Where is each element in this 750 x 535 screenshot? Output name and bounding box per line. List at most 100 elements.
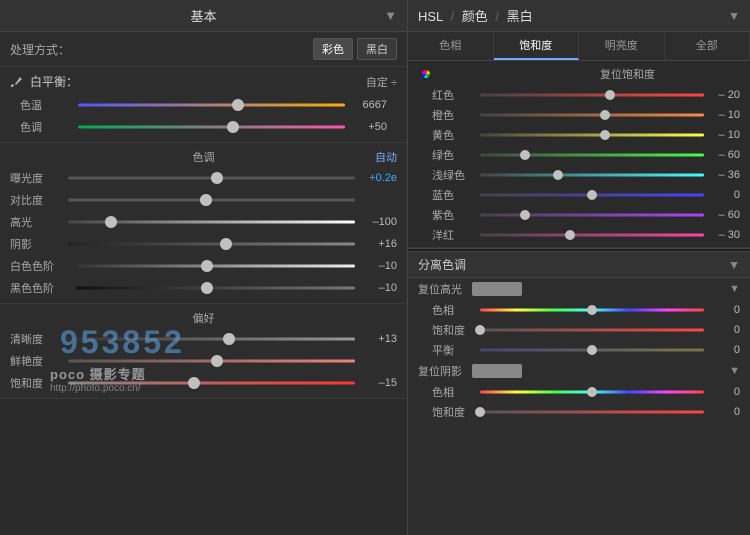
highlight-slider[interactable] (68, 215, 355, 229)
left-header-title: 基本 (190, 6, 216, 25)
white-thumb[interactable] (201, 260, 213, 272)
split-header: 分离色调 ▼ (408, 252, 750, 278)
highlight-thumb[interactable] (105, 216, 117, 228)
purple-slider[interactable] (480, 209, 704, 221)
tint-value: +50 (351, 121, 387, 133)
saturation-track (68, 382, 355, 385)
tab-saturation[interactable]: 饱和度 (494, 32, 580, 60)
green-value: – 60 (708, 149, 740, 161)
tab-hue[interactable]: 色相 (408, 32, 494, 60)
yellow-slider[interactable] (480, 129, 704, 141)
magenta-value: – 30 (708, 229, 740, 241)
blue-thumb[interactable] (587, 190, 597, 200)
balance-thumb[interactable] (587, 345, 597, 355)
h-sat-row: 饱和度 0 (408, 320, 750, 340)
white-label: 白色色阶 (10, 258, 70, 274)
aqua-label: 浅绿色 (432, 167, 476, 183)
h-hue-slider[interactable] (480, 304, 704, 316)
white-slider[interactable] (76, 259, 355, 273)
tint-slider[interactable] (78, 120, 345, 134)
contrast-slider[interactable] (68, 193, 355, 207)
black-thumb[interactable] (201, 282, 213, 294)
s-hue-label: 色相 (432, 384, 476, 400)
color-mode-button[interactable]: 彩色 (313, 38, 353, 60)
pref-header: 偏好 (0, 308, 407, 328)
h-sat-thumb[interactable] (475, 325, 485, 335)
saturation-thumb[interactable] (188, 377, 200, 389)
h-hue-value: 0 (708, 304, 740, 316)
orange-slider[interactable] (480, 109, 704, 121)
saturation-value: –15 (361, 377, 397, 389)
highlight-sub-header: 复位高光 ▼ (408, 278, 750, 300)
wb-label: 白平衡： (30, 73, 78, 90)
shadow-slider[interactable] (68, 237, 355, 251)
temp-label: 色温 (20, 97, 72, 113)
magenta-track (480, 234, 704, 237)
green-slider[interactable] (480, 149, 704, 161)
shadow-color-btn[interactable] (472, 364, 522, 378)
s-sat-thumb[interactable] (475, 407, 485, 417)
vibrance-label: 鲜艳度 (10, 353, 62, 369)
bw-mode-button[interactable]: 黑白 (357, 38, 397, 60)
purple-slider-row: 紫色 – 60 (408, 205, 750, 225)
blue-slider-row: 蓝色 0 (408, 185, 750, 205)
black-slider[interactable] (76, 281, 355, 295)
contrast-thumb[interactable] (200, 194, 212, 206)
eyedropper-icon[interactable] (10, 75, 24, 89)
temp-slider[interactable] (78, 98, 345, 112)
left-header-arrow[interactable]: ▼ (384, 8, 397, 23)
clarity-thumb[interactable] (223, 333, 235, 345)
black-slider-row: 黑色色阶 –10 (0, 277, 407, 299)
aqua-slider[interactable] (480, 169, 704, 181)
temp-thumb[interactable] (232, 99, 244, 111)
black-value: –10 (361, 282, 397, 294)
tab-luminance[interactable]: 明亮度 (579, 32, 665, 60)
exposure-slider[interactable] (68, 171, 355, 185)
black-track (76, 287, 355, 290)
orange-value: – 10 (708, 109, 740, 121)
yellow-thumb[interactable] (600, 130, 610, 140)
h-sat-slider[interactable] (480, 324, 704, 336)
right-header-arrow[interactable]: ▼ (728, 9, 740, 23)
temp-track (78, 104, 345, 107)
magenta-label: 洋红 (432, 227, 476, 243)
blue-slider[interactable] (480, 189, 704, 201)
sat-title: 复位饱和度 (600, 66, 655, 82)
white-slider-row: 白色色阶 –10 (0, 255, 407, 277)
saturation-label: 饱和度 (10, 375, 62, 391)
balance-label: 平衡 (432, 342, 476, 358)
white-track (76, 265, 355, 268)
tone-auto[interactable]: 自动 (375, 149, 397, 165)
h-hue-thumb[interactable] (587, 305, 597, 315)
magenta-slider[interactable] (480, 229, 704, 241)
purple-thumb[interactable] (520, 210, 530, 220)
s-hue-thumb[interactable] (587, 387, 597, 397)
tint-thumb[interactable] (227, 121, 239, 133)
exposure-thumb[interactable] (211, 172, 223, 184)
vibrance-thumb[interactable] (211, 355, 223, 367)
tab-all[interactable]: 全部 (665, 32, 750, 60)
green-thumb[interactable] (520, 150, 530, 160)
aqua-thumb[interactable] (553, 170, 563, 180)
shadow-reset-title: 复位阴影 (418, 363, 462, 379)
s-sat-row: 饱和度 0 (408, 402, 750, 422)
magenta-thumb[interactable] (565, 230, 575, 240)
tint-slider-row: 色调 +50 (10, 116, 397, 138)
shadow-thumb[interactable] (220, 238, 232, 250)
blue-label: 蓝色 (432, 187, 476, 203)
red-slider[interactable] (480, 89, 704, 101)
vibrance-slider[interactable] (68, 354, 355, 368)
clarity-slider[interactable] (68, 332, 355, 346)
highlight-color-btn[interactable] (472, 282, 522, 296)
shadow-value: +16 (361, 238, 397, 250)
h-sat-track (480, 329, 704, 332)
red-thumb[interactable] (605, 90, 615, 100)
balance-slider[interactable] (480, 344, 704, 356)
s-hue-slider[interactable] (480, 386, 704, 398)
hsl-label: HSL / 颜色 / 黑白 (418, 6, 533, 25)
clarity-label: 清晰度 (10, 331, 62, 347)
s-sat-slider[interactable] (480, 406, 704, 418)
saturation-slider[interactable] (68, 376, 355, 390)
tint-label: 色调 (20, 119, 72, 135)
orange-thumb[interactable] (600, 110, 610, 120)
